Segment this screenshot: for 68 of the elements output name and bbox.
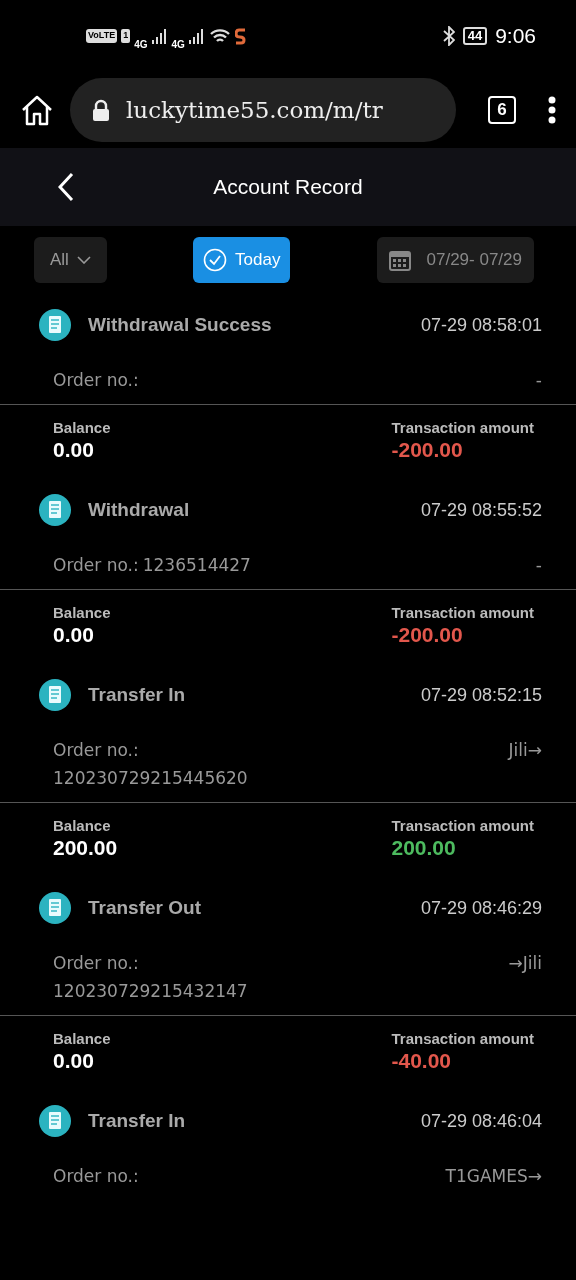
balance-value: 0.00 <box>53 437 95 463</box>
amount-label: Transaction amount <box>391 419 534 437</box>
bluetooth-icon <box>442 26 455 46</box>
record-time: 07-29 08:52:15 <box>420 683 542 707</box>
clock: 9:06 <box>495 23 536 50</box>
check-circle-icon <box>203 248 228 272</box>
type-dropdown[interactable]: All <box>34 237 107 283</box>
signal-icon <box>151 28 168 44</box>
tab-count-button[interactable]: 6 <box>488 96 516 124</box>
record-title: Transfer In <box>88 682 186 707</box>
amount-value: -200.00 <box>391 622 464 648</box>
app-icon <box>234 27 247 45</box>
balance-label: Balance <box>53 817 112 835</box>
record-time: 07-29 08:55:52 <box>420 498 542 522</box>
signal-icon <box>188 28 205 44</box>
balance-value: 0.00 <box>53 622 95 648</box>
record-title: Transfer Out <box>88 895 201 920</box>
balance-label: Balance <box>53 419 111 437</box>
amount-value: -40.00 <box>391 1048 452 1074</box>
record-title: Withdrawal <box>88 497 190 522</box>
record-title: Withdrawal Success <box>88 312 272 337</box>
balance-value: 200.00 <box>53 835 118 861</box>
record-time: 07-29 08:58:01 <box>420 313 542 337</box>
order-reference: →Jili <box>508 952 542 975</box>
receipt-icon <box>38 308 72 342</box>
url-text: luckytime55.com/m/tr <box>126 95 383 125</box>
balance-label: Balance <box>53 604 111 622</box>
record-title: Transfer In <box>88 1108 186 1133</box>
page-title: Account Record <box>213 174 363 201</box>
receipt-icon <box>38 1104 72 1138</box>
home-icon[interactable] <box>20 94 54 126</box>
order-number: 120230729215432147 <box>53 980 248 1003</box>
order-label: Order no.: <box>53 952 140 975</box>
network-type: 4G <box>171 37 185 52</box>
balance-label: Balance <box>53 1030 111 1048</box>
date-range-picker[interactable]: 07/29- 07/29 <box>376 237 534 283</box>
amount-value: -200.00 <box>391 437 464 463</box>
order-label: Order no.: <box>53 739 140 762</box>
chevron-down-icon <box>76 256 91 264</box>
volte-indicator: VoLTE <box>86 29 118 43</box>
more-icon[interactable] <box>548 96 556 124</box>
order-reference: - <box>535 554 542 577</box>
order-label: Order no.: <box>53 1165 139 1188</box>
order-label: Order no.: <box>53 369 139 392</box>
address-bar[interactable]: luckytime55.com/m/tr <box>70 78 456 142</box>
sim-indicator: 1 <box>121 29 131 43</box>
battery-level: 44 <box>462 27 488 45</box>
order-label: Order no.: <box>53 554 139 577</box>
receipt-icon <box>38 678 72 712</box>
lock-icon <box>92 99 110 121</box>
today-button[interactable]: Today <box>193 237 291 283</box>
network-type: 4G <box>134 37 148 52</box>
amount-value: 200.00 <box>391 835 457 861</box>
amount-label: Transaction amount <box>391 604 534 622</box>
order-reference: Jili→ <box>508 739 542 762</box>
receipt-icon <box>38 493 72 527</box>
receipt-icon <box>38 891 72 925</box>
record-time: 07-29 08:46:04 <box>420 1109 542 1133</box>
order-number: 120230729215445620 <box>53 767 248 790</box>
order-reference: T1GAMES→ <box>445 1165 542 1188</box>
record-time: 07-29 08:46:29 <box>420 896 542 920</box>
order-number: 1236514427 <box>142 554 251 577</box>
calendar-icon <box>388 249 411 271</box>
amount-label: Transaction amount <box>391 817 534 835</box>
order-reference: - <box>535 369 542 392</box>
balance-value: 0.00 <box>53 1048 95 1074</box>
amount-label: Transaction amount <box>391 1030 534 1048</box>
back-icon[interactable] <box>58 172 74 202</box>
